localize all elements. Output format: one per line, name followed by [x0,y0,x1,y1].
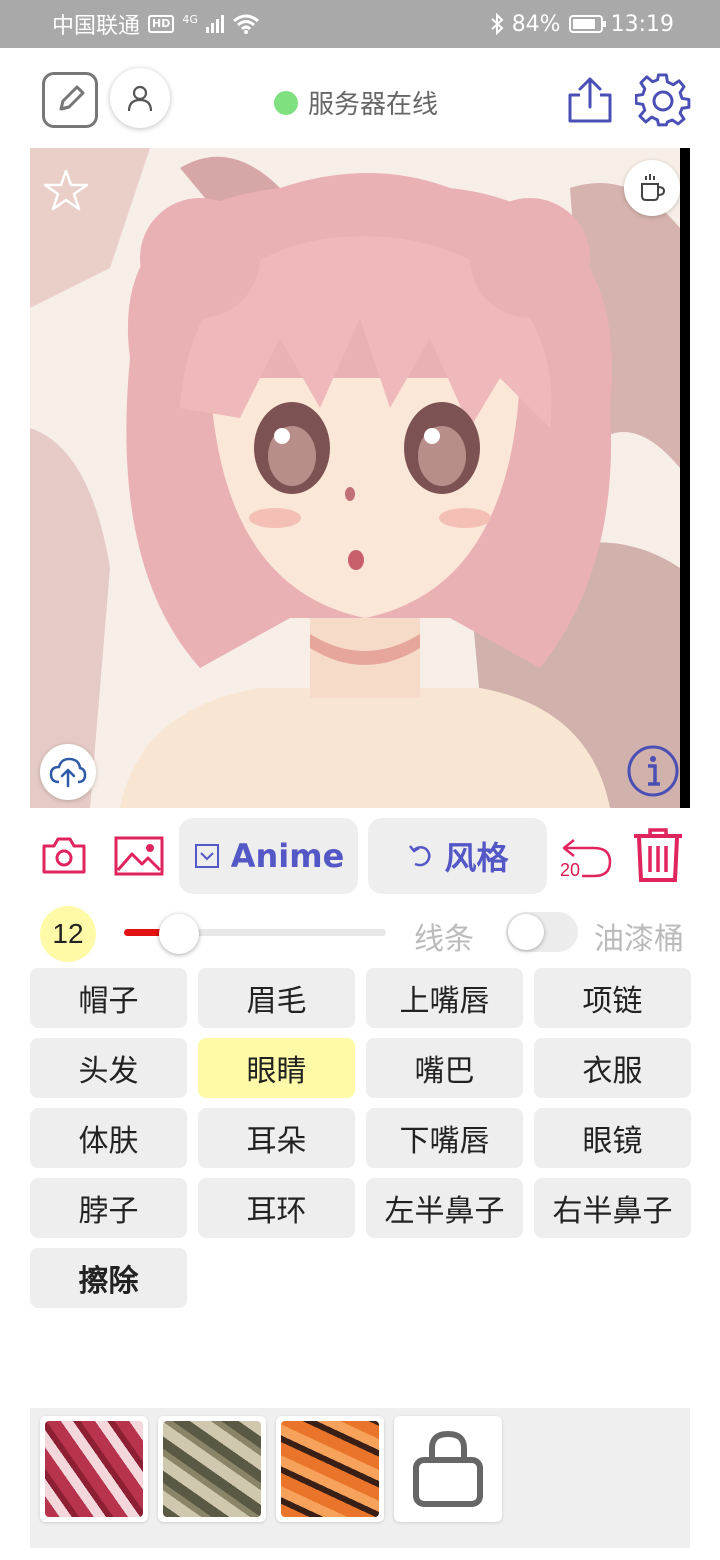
trash-icon [634,828,682,882]
canvas-edge [680,148,690,808]
line-mode-label: 线条 [414,922,474,957]
part-button[interactable]: 右半鼻子 [534,1178,691,1238]
battery-percent: 84% [511,11,561,37]
gear-icon [635,73,691,127]
info-button[interactable] [626,744,680,798]
settings-button[interactable] [634,72,692,130]
part-button[interactable]: 体肤 [30,1108,187,1168]
user-button[interactable] [110,68,170,128]
carrier-label: 中国联通 [52,14,141,39]
top-toolbar: 服务器在线 [0,48,720,148]
texture-swatch-pink[interactable] [40,1416,148,1522]
part-button[interactable]: 衣服 [534,1038,691,1098]
undo-count: 20 [560,860,581,880]
shopping-bag-icon [413,1430,483,1507]
part-button[interactable]: 擦除 [30,1248,187,1308]
brush-size-slider[interactable] [124,914,386,954]
camera-icon [42,837,86,874]
clock: 13:19 [610,11,674,37]
upload-button[interactable] [40,744,96,800]
texture-swatch-olive[interactable] [158,1416,266,1522]
part-button[interactable]: 嘴巴 [366,1038,523,1098]
part-button[interactable]: 头发 [30,1038,187,1098]
app-screen: 中国联通 HD 4G 84% 13:19 服务器在线 Anime 风格 20 1… [0,0,720,1560]
slider-thumb[interactable] [159,914,200,954]
user-icon [127,85,153,112]
part-button[interactable]: 项链 [534,968,691,1028]
coffee-icon [641,174,666,201]
bluetooth-icon [491,13,504,35]
brush-size-badge: 12 [40,906,96,962]
edit-icon [59,85,85,111]
camera-button[interactable] [40,834,88,878]
model-label: Anime [230,837,345,875]
dropdown-box-icon [194,844,219,868]
status-dot [274,90,298,115]
favorite-button[interactable] [40,168,92,212]
part-button[interactable]: 眉毛 [198,968,355,1028]
info-icon [627,745,679,797]
server-status-label: 服务器在线 [308,90,439,120]
share-button[interactable] [564,74,616,126]
part-button[interactable]: 眼镜 [534,1108,691,1168]
part-button[interactable]: 脖子 [30,1178,187,1238]
segment-parts-grid: 帽子 眉毛 上嘴唇 项链头发 眼睛 嘴巴 衣服体肤 耳朵 下嘴唇 眼镜脖子 耳环 左半鼻子 右半鼻子擦除 [30,968,691,1308]
coffee-button[interactable] [624,160,680,216]
battery-icon [568,15,606,33]
server-status: 服务器在线 [274,84,438,121]
texture-palette [30,1408,690,1548]
part-button[interactable]: 下嘴唇 [366,1108,523,1168]
delete-button[interactable] [630,826,686,884]
paint-bucket-label: 油漆桶 [594,922,684,957]
shop-button[interactable] [394,1416,502,1522]
image-icon [114,836,164,876]
paint-bucket-toggle[interactable] [506,912,578,952]
signal-icon [205,15,224,33]
part-button[interactable]: 耳朵 [198,1108,355,1168]
hd-badge: HD [148,15,175,33]
part-button[interactable]: 耳环 [198,1178,355,1238]
part-button[interactable]: 眼睛 [198,1038,355,1098]
texture-swatch-orange[interactable] [276,1416,384,1522]
network-type: 4G [182,12,198,26]
refresh-icon [409,845,431,867]
style-label: 风格 [444,839,509,877]
part-button[interactable]: 左半鼻子 [366,1178,523,1238]
share-icon [568,77,612,123]
status-bar: 中国联通 HD 4G 84% 13:19 [0,0,720,48]
part-button[interactable]: 帽子 [30,968,187,1028]
anime-portrait-image [30,148,690,808]
star-icon [43,169,89,211]
wifi-icon [232,14,259,34]
gallery-button[interactable] [112,832,166,880]
drawing-canvas[interactable] [30,148,690,808]
cloud-upload-icon [49,757,87,788]
part-button[interactable]: 上嘴唇 [366,968,523,1028]
model-select-button[interactable]: Anime [179,818,358,894]
edit-button[interactable] [42,72,98,128]
style-button[interactable]: 风格 [368,818,547,894]
toggle-knob [508,914,544,950]
